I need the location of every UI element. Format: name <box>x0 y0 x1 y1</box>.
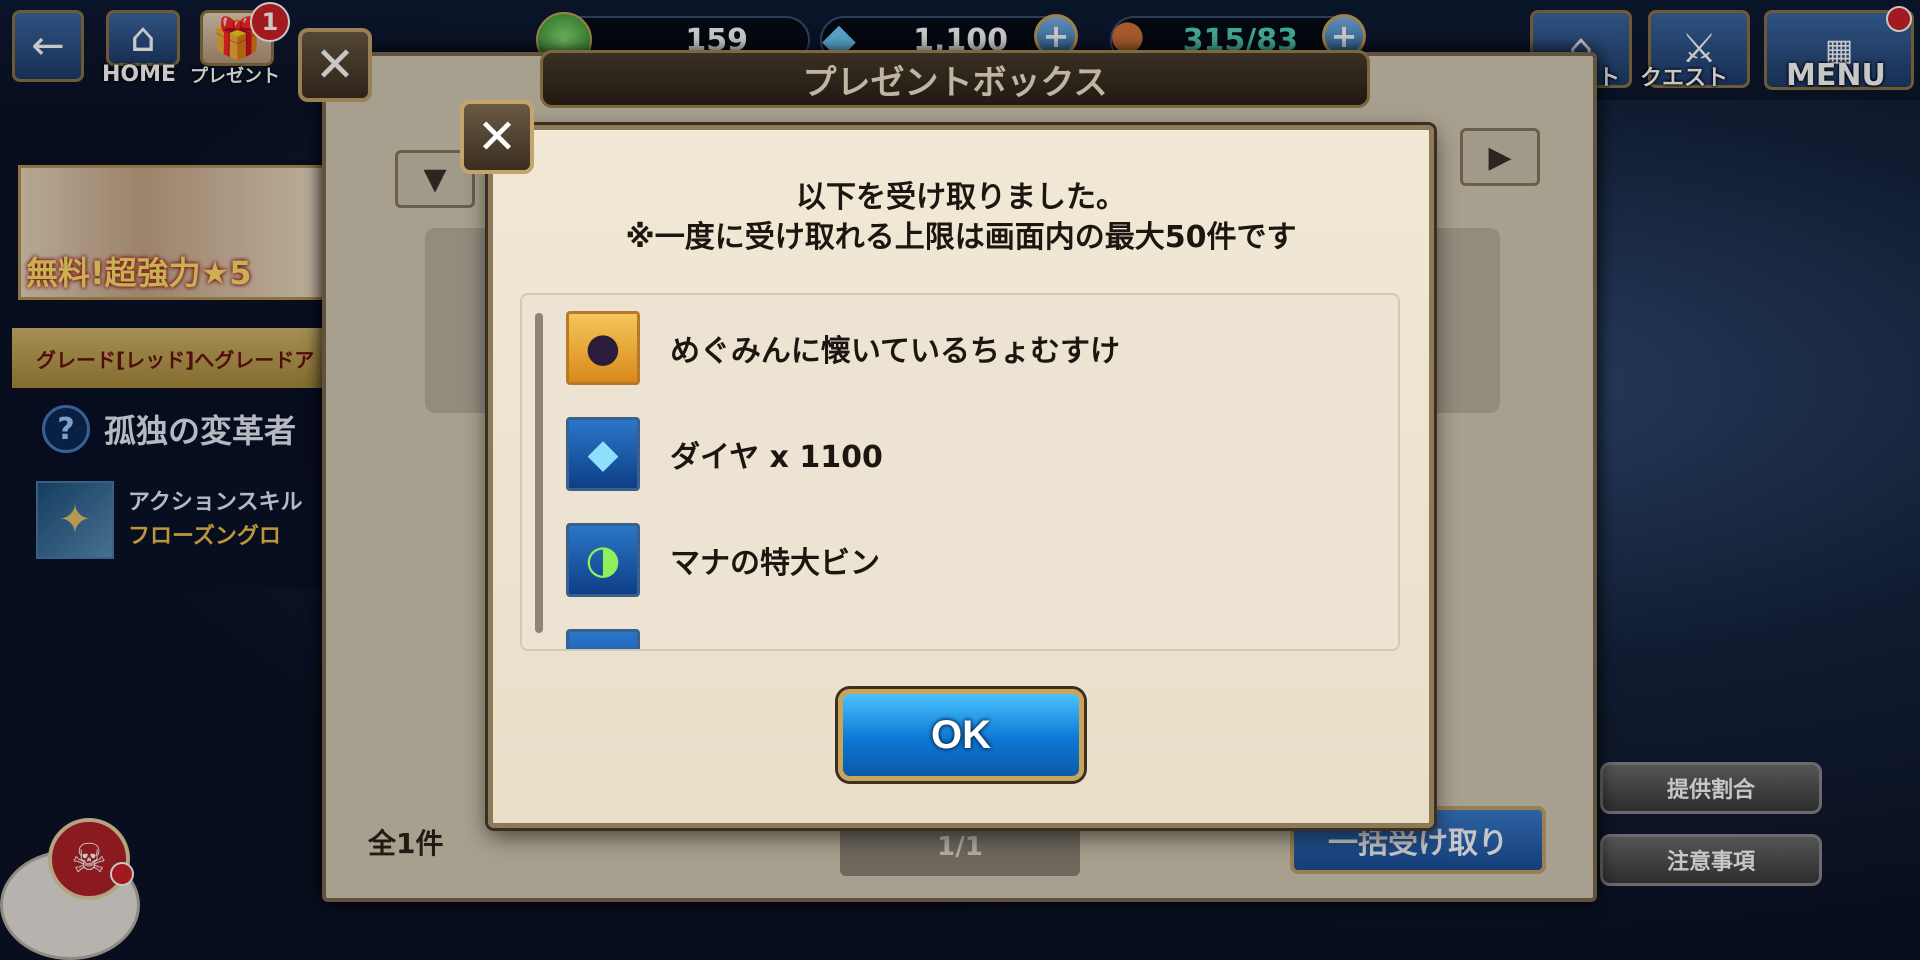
list-item: ● めぐみんに懐いているちょむすけ <box>566 310 1120 386</box>
received-items-list[interactable]: ● めぐみんに懐いているちょむすけ ◆ ダイヤ x 1100 ◑ マナの特大ビン <box>520 293 1400 651</box>
item-label: めぐみんに懐いているちょむすけ <box>670 334 1120 369</box>
list-item-partial <box>566 628 640 649</box>
item-label: マナの特大ビン <box>670 546 880 581</box>
item-label: ダイヤ x 1100 <box>670 440 883 475</box>
mana-bottle-icon: ◑ <box>566 523 640 597</box>
cat-icon: ● <box>566 311 640 385</box>
dialog-close-button[interactable]: ✕ <box>460 100 534 174</box>
list-item: ◑ マナの特大ビン <box>566 522 880 598</box>
ok-label: OK <box>931 712 991 757</box>
diamond-icon: ◆ <box>566 417 640 491</box>
scrollbar-thumb[interactable] <box>535 313 543 633</box>
list-item: ◆ ダイヤ x 1100 <box>566 416 883 492</box>
message-line-1: 以下を受け取りました。 <box>796 180 1126 215</box>
message-line-2: ※一度に受け取れる上限は画面内の最大50件です <box>625 220 1297 255</box>
close-icon: ✕ <box>476 109 518 165</box>
ok-button[interactable]: OK <box>838 689 1084 781</box>
dialog-message: 以下を受け取りました。 ※一度に受け取れる上限は画面内の最大50件です <box>488 178 1434 258</box>
item-icon <box>566 629 640 649</box>
